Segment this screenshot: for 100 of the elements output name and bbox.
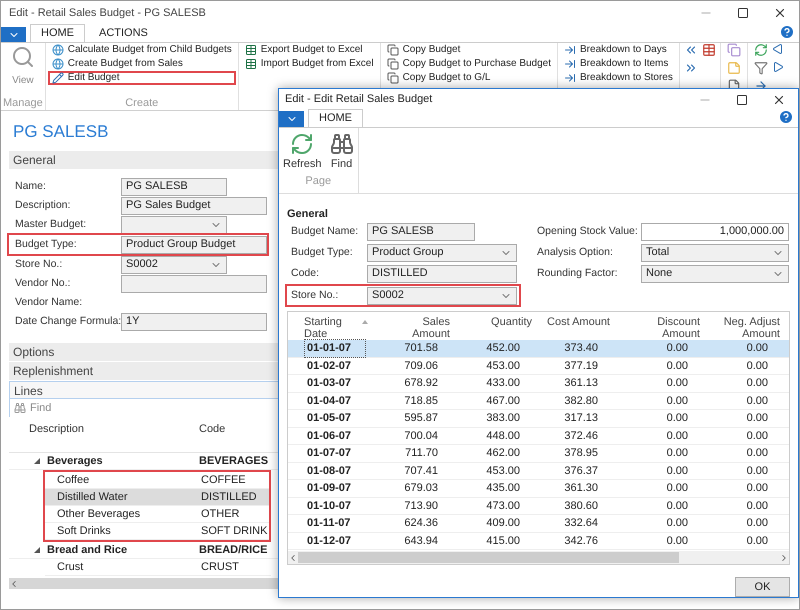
table-cell-text: 0.00 bbox=[666, 516, 688, 531]
table-cell-text: 0.00 bbox=[746, 498, 768, 514]
view-button[interactable]: View bbox=[3, 43, 43, 90]
field-label: Vendor Name: bbox=[14, 294, 84, 310]
table-cell-text: Coffee bbox=[56, 472, 90, 488]
table-cell-text: SOFT DRINK bbox=[201, 524, 268, 539]
column-header[interactable]: Cost Amount bbox=[532, 316, 610, 340]
table-cell-text: 0.00 bbox=[746, 341, 768, 356]
page-title: PG SALESB bbox=[12, 121, 110, 143]
ribbon-action[interactable]: Breakdown to Days bbox=[560, 43, 677, 57]
column-header[interactable]: Neg. Adjust Amount bbox=[700, 316, 780, 340]
ribbon-action[interactable]: Breakdown to Stores bbox=[560, 71, 677, 85]
find-button[interactable]: Find bbox=[9, 399, 269, 417]
table-cell-text: 332.64 bbox=[563, 516, 598, 531]
table-cell-text: 0.00 bbox=[746, 481, 768, 496]
column-header[interactable]: Starting Date bbox=[288, 316, 378, 340]
table-cell-text: 679.03 bbox=[403, 481, 438, 496]
table-cell-text: 0.00 bbox=[666, 481, 688, 496]
table-cell-text: 380.60 bbox=[563, 498, 598, 514]
table-cell-text: 01-04-07 bbox=[306, 394, 352, 408]
input-field[interactable]: 1Y bbox=[121, 312, 267, 330]
table-cell-text: 453.00 bbox=[485, 464, 520, 478]
column-header[interactable]: Quantity bbox=[450, 316, 532, 340]
table-cell-text: 01-12-07 bbox=[306, 534, 352, 548]
table-cell-text: 378.95 bbox=[563, 446, 598, 461]
field-value: S0002 bbox=[126, 257, 158, 272]
table-cell-text: Bread and Rice bbox=[46, 542, 128, 558]
table-cell-text: 711.70 bbox=[404, 446, 438, 461]
table-cell-text: 462.00 bbox=[485, 446, 520, 461]
table-cell-text: 01-11-07 bbox=[306, 516, 352, 531]
field-label: Name: bbox=[14, 178, 47, 194]
table-cell-text: 317.13 bbox=[563, 411, 598, 426]
table-cell-text: 415.00 bbox=[485, 534, 520, 548]
table-cell-text: 713.90 bbox=[403, 498, 438, 514]
ribbon-action[interactable]: Export Budget to Excel bbox=[240, 43, 378, 57]
table-cell-text: 452.00 bbox=[485, 341, 520, 356]
field-label: Rounding Factor: bbox=[537, 266, 619, 281]
field-label: Opening Stock Value: bbox=[537, 224, 639, 239]
table-cell-text: 0.00 bbox=[666, 341, 688, 356]
ribbon-action[interactable]: Edit Budget bbox=[48, 71, 236, 85]
ribbon-action[interactable]: Copy Budget to Purchase Budget bbox=[382, 57, 556, 71]
refresh-button[interactable]: Refresh bbox=[283, 132, 322, 172]
table-cell-text: 0.00 bbox=[666, 446, 688, 461]
table-cell-text: 01-03-07 bbox=[306, 376, 352, 391]
ribbon-action[interactable]: Copy Budget to G/L bbox=[382, 71, 556, 85]
dropdown-field[interactable]: Total bbox=[641, 244, 789, 262]
table-cell-text: 467.00 bbox=[485, 394, 520, 408]
table-cell-text: 361.30 bbox=[563, 481, 598, 496]
table-cell-text: COFFEE bbox=[201, 472, 246, 488]
ribbon-action[interactable]: Breakdown to Items bbox=[560, 57, 677, 71]
column-header[interactable]: Code bbox=[199, 421, 226, 438]
table-cell-text: 624.36 bbox=[403, 516, 438, 531]
table-cell-text: DISTILLED bbox=[201, 490, 257, 505]
table-cell-text: 377.19 bbox=[563, 358, 598, 374]
field-label: Date Change Formula: bbox=[14, 314, 121, 329]
ribbon-tab[interactable]: ACTIONS bbox=[89, 24, 158, 42]
table-cell-text: 709.06 bbox=[403, 358, 438, 374]
table-cell-text: BREAD/RICE bbox=[199, 542, 268, 558]
ribbon-action[interactable]: Import Budget from Excel bbox=[240, 57, 378, 71]
table-cell-text: 643.94 bbox=[403, 534, 438, 548]
find-button[interactable]: Find bbox=[330, 132, 354, 172]
field-label: Master Budget: bbox=[14, 216, 88, 232]
input-field[interactable]: 1,000,000.00 bbox=[641, 222, 789, 240]
input-field[interactable]: PG SALESB bbox=[121, 178, 227, 196]
ribbon-tab[interactable]: HOME bbox=[30, 24, 85, 42]
table-cell-text: 0.00 bbox=[666, 534, 688, 548]
window-title: Edit - Edit Retail Sales Budget bbox=[284, 92, 432, 108]
table-cell-text: 0.00 bbox=[746, 358, 768, 374]
ribbon-action[interactable]: Create Budget from Sales bbox=[48, 57, 236, 71]
field-value: PG SALESB bbox=[372, 224, 434, 240]
dropdown-field[interactable]: S0002 bbox=[367, 286, 517, 304]
table-cell-text: 342.76 bbox=[563, 534, 598, 548]
table-cell-text: 0.00 bbox=[666, 498, 688, 514]
input-field[interactable]: PG Sales Budget bbox=[121, 196, 267, 214]
input-field[interactable]: DISTILLED bbox=[367, 264, 517, 282]
dropdown-field[interactable]: None bbox=[641, 264, 789, 282]
input-field[interactable]: Product Group Budget bbox=[121, 236, 267, 254]
column-header[interactable]: Discount Amount bbox=[610, 316, 700, 340]
table-cell: 01-01-07 bbox=[304, 339, 366, 358]
field-value: 1,000,000.00 bbox=[720, 224, 784, 240]
group-caption: Page bbox=[304, 174, 332, 188]
column-header[interactable]: Description bbox=[9, 421, 199, 438]
ribbon-tab[interactable]: HOME bbox=[308, 109, 363, 127]
input-field[interactable]: PG SALESB bbox=[367, 222, 475, 240]
table-cell-text: Distilled Water bbox=[56, 490, 128, 505]
table-cell-text: BEVERAGES bbox=[199, 454, 268, 469]
table-cell-text: 361.13 bbox=[563, 376, 598, 391]
field-value: PG Sales Budget bbox=[126, 198, 210, 214]
table-cell-text: Soft Drinks bbox=[56, 524, 112, 539]
table-cell-text: 473.00 bbox=[485, 498, 520, 514]
ok-button[interactable]: OK bbox=[735, 577, 790, 597]
table-cell-text: 718.85 bbox=[403, 394, 438, 408]
field-label: Analysis Option: bbox=[537, 244, 614, 260]
table-cell-text: Other Beverages bbox=[56, 506, 142, 522]
dropdown-field[interactable]: Product Group bbox=[367, 244, 517, 262]
ribbon-action[interactable]: Calculate Budget from Child Budgets bbox=[48, 43, 236, 57]
dropdown-field[interactable]: S0002 bbox=[121, 256, 227, 274]
column-header[interactable]: Sales Amount bbox=[378, 316, 450, 340]
ribbon-action[interactable]: Copy Budget bbox=[382, 43, 556, 57]
field-label: Budget Type: bbox=[14, 236, 78, 252]
